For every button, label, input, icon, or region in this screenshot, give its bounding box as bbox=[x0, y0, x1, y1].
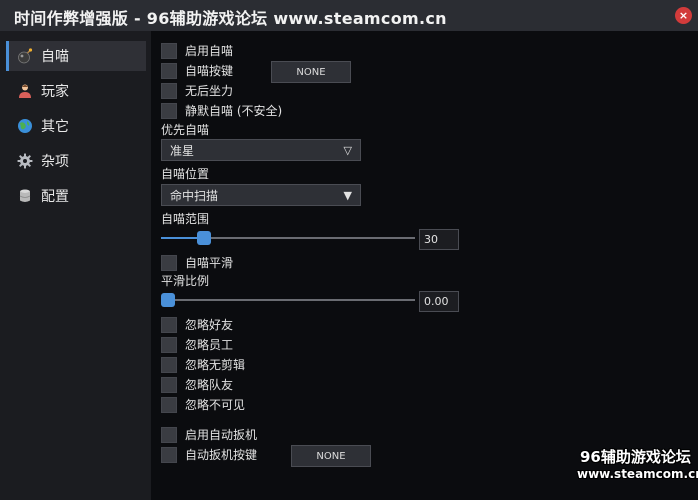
sidebar-item-label: 自喵 bbox=[41, 49, 69, 65]
enable-aim-label: 启用自喵 bbox=[185, 44, 234, 58]
globe-icon bbox=[17, 118, 33, 134]
enable-aim-checkbox[interactable] bbox=[161, 42, 177, 59]
sidebar-item-label: 配置 bbox=[41, 189, 69, 205]
trigger-enable-row[interactable]: 启用自动扳机 bbox=[161, 426, 257, 443]
chevron-down-icon: ▽ bbox=[343, 143, 352, 157]
aim-key-checkbox-row[interactable]: 自喵按键 bbox=[161, 62, 233, 79]
priority-title: 优先自喵 bbox=[161, 123, 210, 137]
ignore-invisible-row[interactable]: 忽略不可见 bbox=[161, 396, 245, 413]
ignore-friends-row[interactable]: 忽略好友 bbox=[161, 316, 233, 333]
bomb-icon bbox=[17, 48, 33, 64]
aim-key-checkbox[interactable] bbox=[161, 62, 177, 79]
smooth-label: 自喵平滑 bbox=[185, 256, 234, 270]
sidebar-item-label: 杂项 bbox=[41, 154, 69, 170]
ignore-team-checkbox[interactable] bbox=[161, 376, 177, 393]
trigger-enable-label: 启用自动扳机 bbox=[185, 428, 258, 442]
no-recoil-label: 无后坐力 bbox=[185, 84, 234, 98]
aim-key-button[interactable]: NONE bbox=[271, 61, 351, 83]
enable-aim-checkbox-row[interactable]: 启用自喵 bbox=[161, 42, 233, 59]
smooth-ratio-title: 平滑比例 bbox=[161, 274, 210, 288]
ignore-staff-label: 忽略员工 bbox=[185, 338, 234, 352]
smooth-checkbox[interactable] bbox=[161, 254, 177, 271]
trigger-key-button[interactable]: NONE bbox=[291, 445, 371, 467]
range-value-input[interactable]: 30 bbox=[419, 229, 459, 250]
trigger-key-row[interactable]: 自动扳机按键 bbox=[161, 446, 257, 463]
position-select-value: 命中扫描 bbox=[170, 188, 219, 203]
gear-icon bbox=[17, 153, 33, 169]
ignore-team-label: 忽略队友 bbox=[185, 378, 234, 392]
silent-aim-checkbox[interactable] bbox=[161, 102, 177, 119]
ignore-team-row[interactable]: 忽略队友 bbox=[161, 376, 233, 393]
range-title: 自喵范围 bbox=[161, 212, 210, 226]
watermark-forum-name: 96辅助游戏论坛 bbox=[580, 448, 691, 466]
ignore-noclip-row[interactable]: 忽略无剪辑 bbox=[161, 356, 245, 373]
smooth-ratio-value-input[interactable]: 0.00 bbox=[419, 291, 459, 312]
ignore-staff-row[interactable]: 忽略员工 bbox=[161, 336, 233, 353]
no-recoil-checkbox-row[interactable]: 无后坐力 bbox=[161, 82, 233, 99]
trigger-key-label: 自动扳机按键 bbox=[185, 448, 258, 462]
smooth-ratio-slider[interactable] bbox=[161, 293, 415, 307]
range-slider-thumb[interactable] bbox=[197, 231, 211, 245]
ignore-staff-checkbox[interactable] bbox=[161, 336, 177, 353]
ignore-friends-checkbox[interactable] bbox=[161, 316, 177, 333]
smooth-checkbox-row[interactable]: 自喵平滑 bbox=[161, 254, 233, 271]
sidebar-item-other[interactable]: 其它 bbox=[6, 111, 146, 141]
aim-key-label: 自喵按键 bbox=[185, 64, 234, 78]
position-title: 自喵位置 bbox=[161, 167, 210, 181]
smooth-slider-thumb[interactable] bbox=[161, 293, 175, 307]
silent-aim-label: 静默自喵 (不安全) bbox=[185, 104, 283, 118]
sidebar-item-aim[interactable]: 自喵 bbox=[6, 41, 146, 71]
close-icon[interactable]: × bbox=[675, 7, 692, 24]
ignore-invisible-checkbox[interactable] bbox=[161, 396, 177, 413]
position-select[interactable]: 命中扫描 ▼ bbox=[161, 184, 361, 206]
silent-aim-checkbox-row[interactable]: 静默自喵 (不安全) bbox=[161, 102, 282, 119]
database-icon bbox=[17, 188, 33, 204]
person-icon bbox=[17, 83, 33, 99]
ignore-noclip-checkbox[interactable] bbox=[161, 356, 177, 373]
sidebar-item-player[interactable]: 玩家 bbox=[6, 76, 146, 106]
sidebar-item-label: 玩家 bbox=[41, 84, 69, 100]
sidebar-item-config[interactable]: 配置 bbox=[6, 181, 146, 211]
chevron-down-icon: ▼ bbox=[343, 188, 352, 202]
no-recoil-checkbox[interactable] bbox=[161, 82, 177, 99]
title-bar: 时间作弊增强版 - 96辅助游戏论坛 www.steamcom.cn × bbox=[0, 0, 698, 31]
window-title: 时间作弊增强版 - 96辅助游戏论坛 www.steamcom.cn bbox=[14, 9, 447, 28]
ignore-invisible-label: 忽略不可见 bbox=[185, 398, 246, 412]
range-slider[interactable] bbox=[161, 231, 415, 245]
trigger-enable-checkbox[interactable] bbox=[161, 426, 177, 443]
priority-select[interactable]: 准星 ▽ bbox=[161, 139, 361, 161]
sidebar: 自喵 玩家 其它 杂项 配置 bbox=[0, 31, 151, 500]
aim-settings-panel: 启用自喵 自喵按键 NONE 无后坐力 静默自喵 (不安全) 优先自喵 准星 ▽… bbox=[151, 31, 698, 500]
ignore-noclip-label: 忽略无剪辑 bbox=[185, 358, 246, 372]
watermark-url: www.steamcom.cn bbox=[577, 467, 698, 481]
ignore-friends-label: 忽略好友 bbox=[185, 318, 234, 332]
sidebar-item-misc[interactable]: 杂项 bbox=[6, 146, 146, 176]
trigger-key-checkbox[interactable] bbox=[161, 446, 177, 463]
priority-select-value: 准星 bbox=[170, 143, 195, 158]
sidebar-item-label: 其它 bbox=[41, 119, 69, 135]
smooth-slider-track bbox=[161, 299, 415, 301]
